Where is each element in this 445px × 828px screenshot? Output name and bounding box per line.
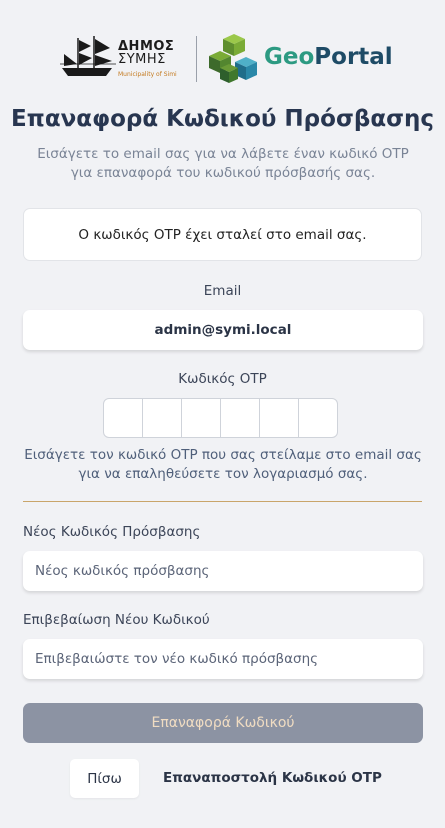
page-title: Επαναφορά Κωδικού Πρόσβασης [10, 106, 435, 132]
page-subtitle: Εισάγετε το email σας για να λάβετε έναν… [37, 146, 409, 181]
reset-password-button[interactable]: Επαναφορά Κωδικού [23, 703, 423, 743]
geoportal-cubes-icon [209, 34, 257, 83]
otp-label: Κωδικός OTP [178, 371, 267, 387]
new-password-field[interactable] [23, 551, 423, 591]
confirm-password-field[interactable] [23, 639, 423, 679]
new-password-label: Νέος Κωδικός Πρόσβασης [23, 524, 201, 540]
section-divider [23, 501, 422, 502]
otp-digit-input[interactable] [142, 398, 182, 438]
otp-digit-input[interactable] [220, 398, 260, 438]
confirm-password-label: Επιβεβαίωση Νέου Κωδικού [23, 612, 210, 628]
otp-sent-alert: Ο κωδικός OTP έχει σταλεί στο email σας. [23, 208, 422, 261]
alert-message: Ο κωδικός OTP έχει σταλεί στο email σας. [78, 226, 367, 243]
back-button[interactable]: Πίσω [70, 759, 139, 798]
otp-input-group [103, 398, 338, 438]
email-label: Email [203, 283, 242, 299]
brand-portal: Portal [314, 44, 393, 70]
otp-help-text: Εισάγετε τον κωδικό OTP που σας στείλαμε… [24, 447, 422, 482]
geoportal-wordmark: GeoPortal [264, 43, 393, 71]
logo-divider [196, 36, 197, 82]
header-logos: ΔΗΜΟΣ ΣΥΜΗΣ Municipality of Simi GeoPort… [60, 34, 395, 86]
municipality-name-en: Municipality of Simi [118, 71, 177, 78]
email-field[interactable] [23, 310, 423, 350]
resend-otp-link[interactable]: Επαναποστολή Κωδικού OTP [163, 770, 382, 786]
otp-digit-input[interactable] [259, 398, 299, 438]
otp-digit-input[interactable] [298, 398, 338, 438]
ship-logo-icon [60, 36, 116, 76]
otp-digit-input[interactable] [103, 398, 143, 438]
otp-digit-input[interactable] [181, 398, 221, 438]
municipality-name-line2: ΣΥΜΗΣ [118, 52, 166, 67]
brand-geo: Geo [264, 44, 315, 70]
